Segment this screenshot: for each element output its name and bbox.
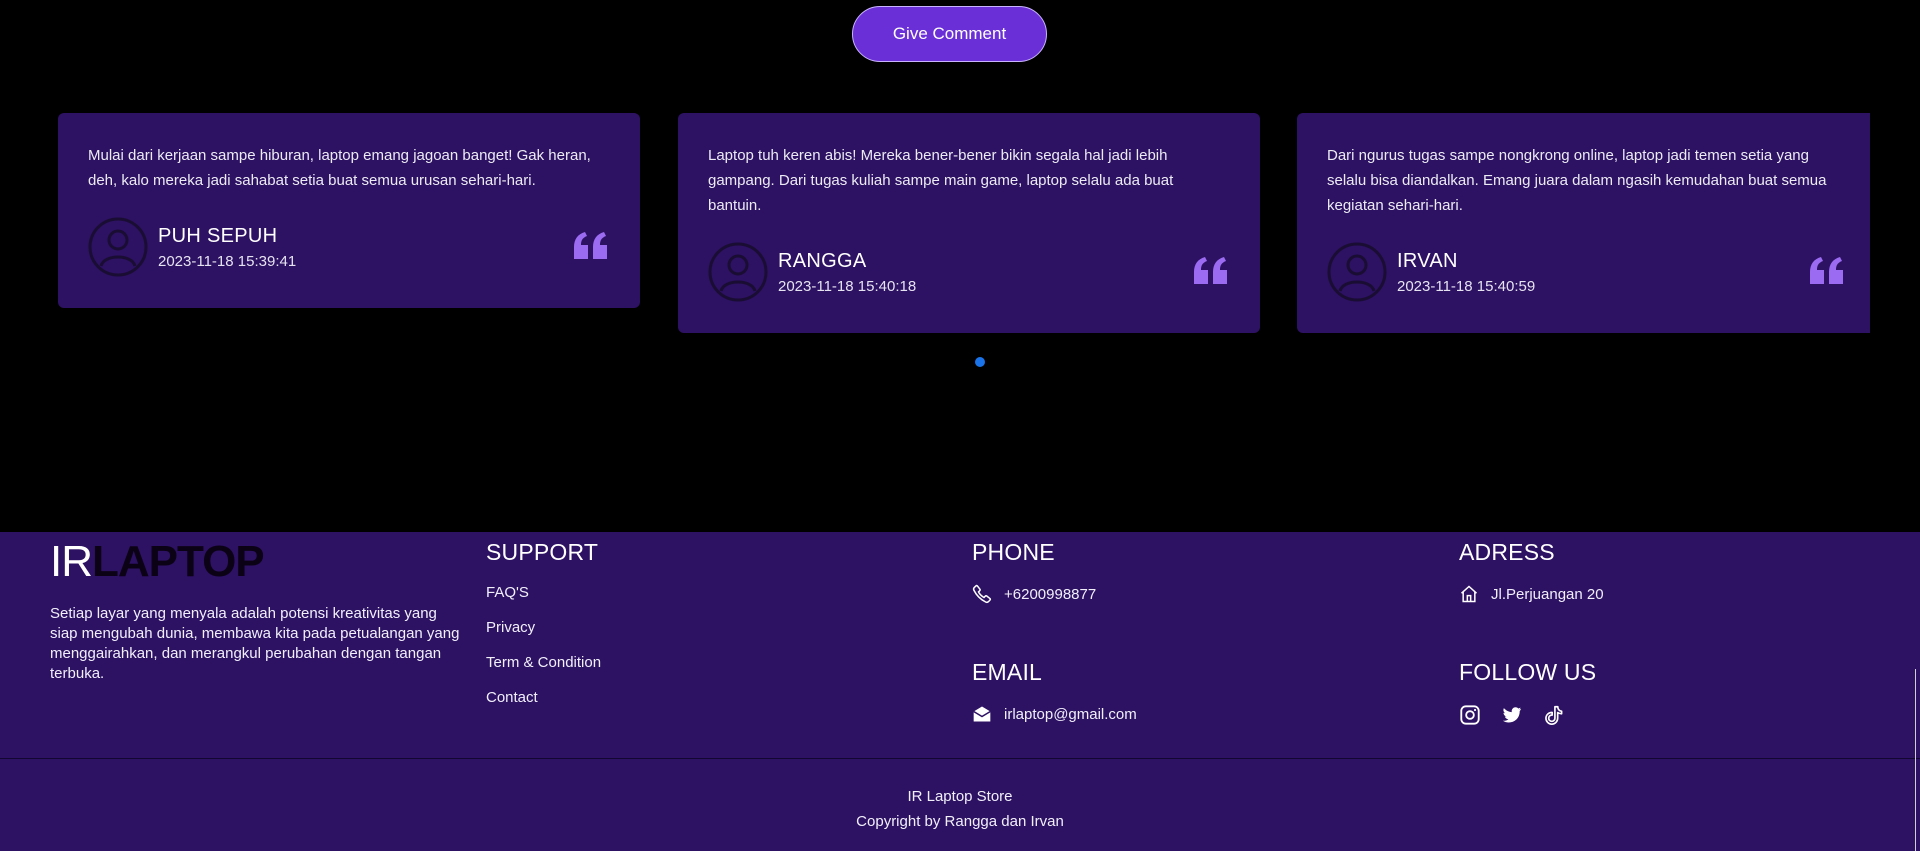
logo-part-ir: IR [50, 537, 93, 586]
logo-part-laptop: LAPTOP [92, 537, 265, 586]
follow-title: FOLLOW US [1459, 659, 1597, 685]
testimonial-name: IRVAN [1397, 249, 1458, 272]
instagram-icon[interactable] [1459, 704, 1481, 726]
give-comment-button[interactable]: Give Comment [852, 6, 1047, 62]
email-title: EMAIL [972, 659, 1043, 685]
testimonials-section: Give Comment Mulai dari kerjaan sampe hi… [0, 0, 1920, 532]
testimonial-card: Dari ngurus tugas sampe nongkrong online… [1297, 113, 1870, 333]
testimonial-author: IRVAN 2023-11-18 15:40:59 [1327, 242, 1840, 302]
testimonial-name: PUH SEPUH [158, 224, 278, 247]
testimonial-card: Mulai dari kerjaan sampe hiburan, laptop… [58, 113, 640, 308]
testimonial-text: Mulai dari kerjaan sampe hiburan, laptop… [88, 147, 591, 189]
email-value[interactable]: irlaptop@gmail.com [1004, 706, 1137, 723]
footer-divider [0, 758, 1920, 759]
support-link-contact[interactable]: Contact [486, 689, 538, 706]
support-link-faqs[interactable]: FAQ'S [486, 584, 529, 601]
footer-logo[interactable]: IRLAPTOP [50, 537, 265, 587]
phone-value: +6200998877 [1004, 585, 1097, 603]
user-avatar-icon [88, 217, 148, 277]
support-link-privacy[interactable]: Privacy [486, 619, 535, 636]
scrollbar[interactable] [1915, 669, 1916, 851]
testimonial-date: 2023-11-18 15:39:41 [158, 252, 297, 270]
quote-icon [1194, 257, 1227, 284]
phone-title: PHONE [972, 539, 1055, 565]
phone-icon [972, 584, 992, 604]
tiktok-icon[interactable] [1543, 704, 1565, 726]
user-avatar-icon [708, 242, 768, 302]
testimonial-text: Dari ngurus tugas sampe nongkrong online… [1327, 147, 1827, 214]
copyright-credit: Copyright by Rangga dan Irvan [856, 813, 1064, 830]
testimonial-name: RANGGA [778, 249, 867, 272]
testimonial-card: Laptop tuh keren abis! Mereka bener-bene… [678, 113, 1260, 333]
testimonial-date: 2023-11-18 15:40:59 [1397, 277, 1536, 295]
address-info: Jl.Perjuangan 20 [1459, 584, 1604, 604]
quote-icon [1810, 257, 1843, 284]
testimonial-author: PUH SEPUH 2023-11-18 15:39:41 [88, 217, 610, 277]
copyright-store: IR Laptop Store [907, 788, 1013, 805]
support-title: SUPPORT [486, 539, 599, 565]
carousel-dot-active[interactable] [975, 357, 985, 367]
phone-info: +6200998877 [972, 584, 1096, 604]
home-icon [1461, 585, 1477, 603]
footer: IRLAPTOP Setiap layar yang menyala adala… [0, 532, 1920, 851]
testimonial-author: RANGGA 2023-11-18 15:40:18 [708, 242, 1230, 302]
footer-tagline: Setiap layar yang menyala adalah potensi… [50, 605, 460, 682]
address-value: Jl.Perjuangan 20 [1491, 585, 1604, 603]
testimonial-date: 2023-11-18 15:40:18 [778, 277, 917, 295]
address-title: ADRESS [1459, 539, 1555, 565]
twitter-icon[interactable] [1501, 704, 1523, 726]
email-info: irlaptop@gmail.com [972, 704, 1137, 724]
quote-icon [574, 232, 607, 259]
user-avatar-icon [1327, 242, 1387, 302]
support-link-terms[interactable]: Term & Condition [486, 654, 601, 671]
mail-icon [973, 706, 991, 722]
social-links [1459, 704, 1565, 726]
testimonial-text: Laptop tuh keren abis! Mereka bener-bene… [708, 147, 1174, 214]
